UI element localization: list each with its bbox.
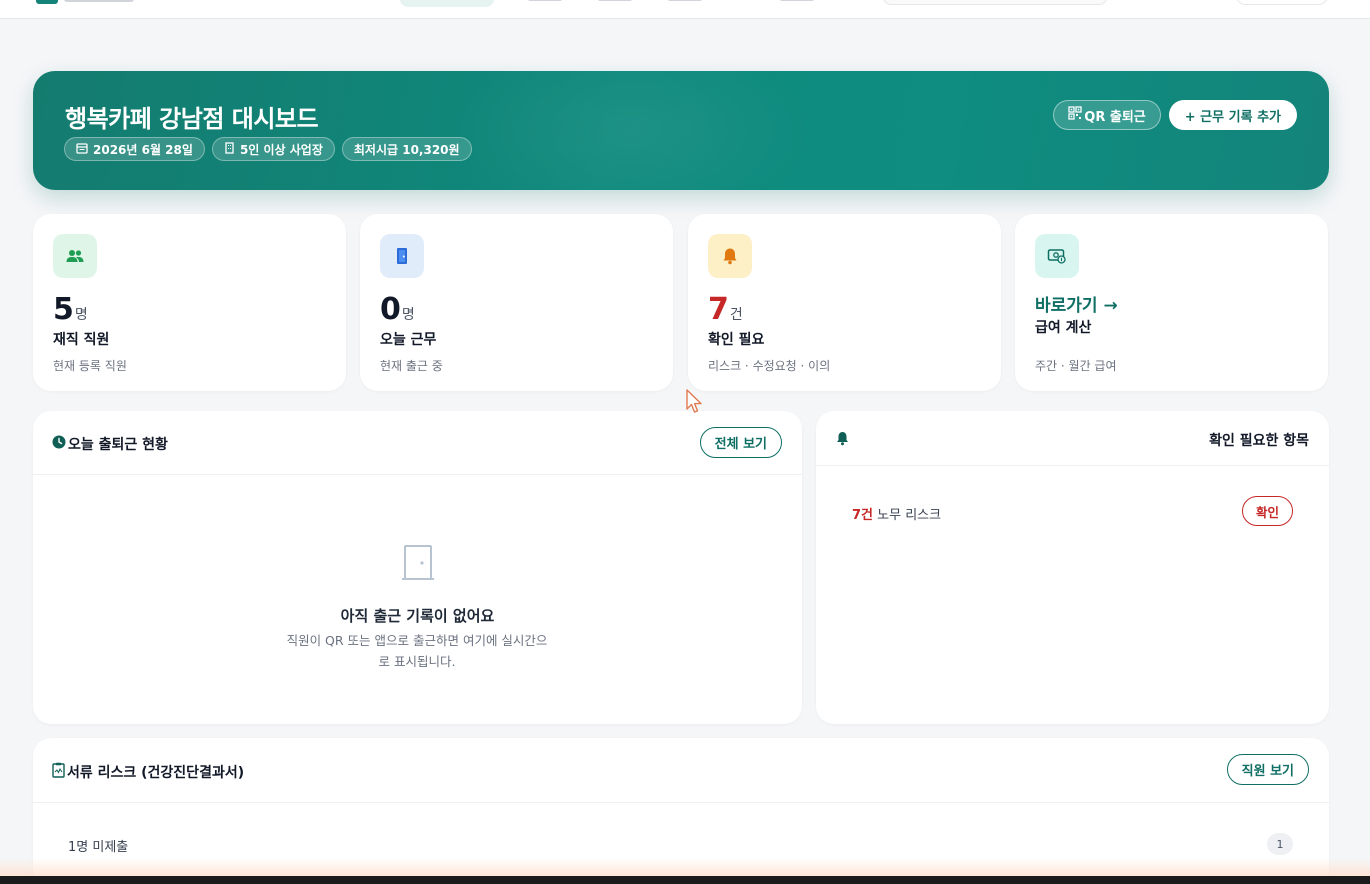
stat-number: 5: [53, 292, 74, 327]
clock-icon: [52, 435, 66, 453]
stat-label: 오늘 근무: [380, 332, 437, 348]
stat-unit: 명: [401, 307, 415, 323]
attendance-title-text: 오늘 출퇴근 현황: [68, 437, 168, 453]
view-all-button[interactable]: 전체 보기: [699, 427, 782, 458]
risk-item-count: 7건: [852, 508, 874, 523]
nav-item[interactable]: [598, 0, 632, 1]
top-navigation-bar: [0, 0, 1370, 19]
view-employees-button[interactable]: 직원 보기: [1226, 754, 1309, 785]
stat-subtext: 주간 · 월간 급여: [1035, 359, 1117, 373]
empty-state-title: 아직 출근 기록이 없어요: [340, 607, 495, 625]
payroll-shortcut-link[interactable]: 바로가기 →: [1035, 291, 1118, 316]
add-work-record-button[interactable]: + 근무 기록 추가: [1168, 100, 1297, 130]
search-input[interactable]: [882, 0, 1108, 5]
stat-number: 7: [708, 292, 729, 327]
qr-attendance-label: QR 출퇴근: [1084, 109, 1146, 125]
document-risk-panel-title: 서류 리스크 (건강진단결과서): [52, 762, 244, 782]
min-wage-chip-label: 최저시급 10,320원: [353, 142, 460, 157]
stat-card-payroll[interactable]: 바로가기 → 급여 계산 주간 · 월간 급여: [1015, 214, 1328, 391]
date-chip: 2026년 6월 28일: [64, 137, 205, 161]
stat-subtext: 리스크 · 수정요청 · 이의: [708, 359, 831, 373]
qr-icon: [1068, 106, 1082, 124]
add-work-record-label: + 근무 기록 추가: [1184, 109, 1281, 125]
app-logo-text: [64, 0, 134, 2]
date-chip-label: 2026년 6월 28일: [93, 142, 193, 157]
account-button[interactable]: [1236, 0, 1328, 5]
count-badge: 1: [1267, 833, 1293, 855]
clipboard-icon: [52, 762, 65, 782]
business-size-chip: 5인 이상 사업장: [211, 137, 335, 161]
calendar-icon: [76, 142, 88, 157]
door-empty-icon: [402, 544, 434, 586]
mouse-cursor-icon: [685, 389, 705, 419]
stat-unit: 건: [729, 307, 743, 323]
stat-card-today-work[interactable]: 0 명 오늘 근무 현재 출근 중: [360, 214, 673, 391]
taskbar-glow: [0, 858, 1370, 876]
taskbar: [0, 876, 1370, 884]
stat-label: 급여 계산: [1035, 320, 1092, 336]
stat-number: 0: [380, 292, 401, 327]
money-icon: [1035, 234, 1079, 278]
document-risk-title-text: 서류 리스크 (건강진단결과서): [67, 765, 245, 781]
nav-item[interactable]: [528, 0, 562, 1]
stat-value: 5 명: [53, 292, 88, 327]
stat-subtext: 현재 출근 중: [380, 359, 443, 373]
nav-item[interactable]: [668, 0, 702, 1]
hero-actions: QR 출퇴근 + 근무 기록 추가: [1053, 100, 1297, 130]
door-icon: [380, 234, 424, 278]
stat-subtext: 현재 등록 직원: [53, 359, 127, 373]
risk-item-label: 노무 리스크: [877, 508, 942, 523]
nav-item-active[interactable]: [400, 0, 494, 7]
risk-item: 7건 노무 리스크: [852, 504, 941, 523]
attendance-panel: 오늘 출퇴근 현황 전체 보기 아직 출근 기록이 없어요 직원이 QR 또는 …: [33, 411, 802, 724]
stat-card-needs-review[interactable]: 7 건 확인 필요 리스크 · 수정요청 · 이의: [688, 214, 1001, 391]
stat-label: 재직 직원: [53, 332, 110, 348]
building-icon: [224, 141, 235, 157]
stat-value: 0 명: [380, 292, 415, 327]
dashboard-hero: 행복카페 강남점 대시보드 2026년 6월 28일 5인 이상 사업장 최저시…: [33, 71, 1329, 190]
bell-icon: [836, 431, 849, 450]
bell-icon: [708, 234, 752, 278]
stat-unit: 명: [74, 307, 88, 323]
nav-item[interactable]: [780, 0, 814, 1]
min-wage-chip: 최저시급 10,320원: [341, 137, 472, 161]
checks-panel-title: 확인 필요한 항목: [1209, 433, 1309, 449]
business-size-chip-label: 5인 이상 사업장: [239, 142, 323, 157]
document-risk-row-label: 1명 미제출: [68, 840, 129, 855]
page-title: 행복카페 강남점 대시보드: [65, 105, 319, 133]
stat-card-employees[interactable]: 5 명 재직 직원 현재 등록 직원: [33, 214, 346, 391]
empty-state-description: 직원이 QR 또는 앱으로 출근하면 여기에 실시간으로 표시됩니다.: [286, 633, 548, 669]
checks-panel: 확인 필요한 항목 7건 노무 리스크 확인: [816, 411, 1329, 724]
hero-chips: 2026년 6월 28일 5인 이상 사업장 최저시급 10,320원: [64, 137, 472, 161]
app-logo[interactable]: [36, 0, 58, 4]
attendance-panel-title: 오늘 출퇴근 현황: [52, 434, 168, 454]
qr-attendance-button[interactable]: QR 출퇴근: [1053, 100, 1161, 130]
stat-value: 7 건: [708, 292, 743, 327]
stat-label: 확인 필요: [708, 332, 765, 348]
risk-confirm-button[interactable]: 확인: [1241, 496, 1293, 526]
people-icon: [53, 234, 97, 278]
